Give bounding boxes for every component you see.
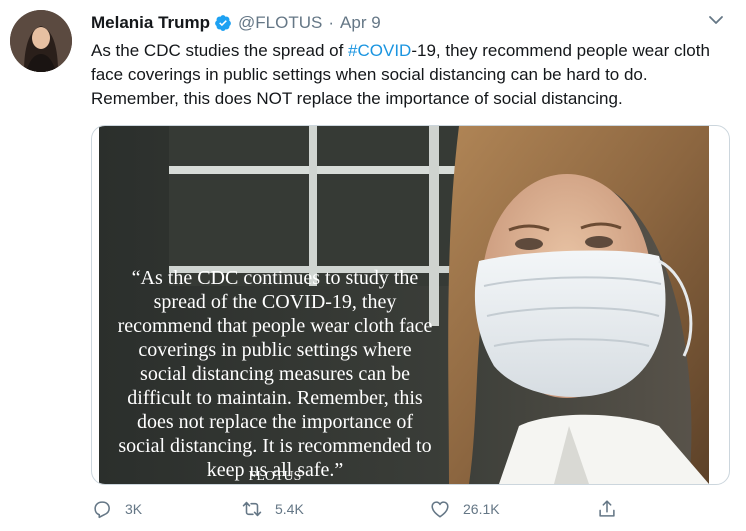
quote-line: spread of the COVID-19, they — [153, 291, 397, 313]
reply-count: 3K — [125, 501, 143, 517]
tweet-actions: 3K 5.4K 26.1K — [91, 497, 721, 521]
tweet-media[interactable]: “As the CDC continues to study the sprea… — [91, 125, 730, 485]
reply-button[interactable]: 3K — [91, 497, 142, 521]
tweet-header: Melania Trump @FLOTUS · Apr 9 — [91, 12, 381, 34]
header-separator: · — [328, 13, 335, 32]
hashtag-link[interactable]: #COVID — [348, 41, 411, 60]
quote-line: recommend that people wear cloth face — [117, 315, 433, 337]
share-button[interactable] — [596, 497, 618, 521]
retweet-count: 5.4K — [275, 501, 304, 517]
tweet[interactable]: Melania Trump @FLOTUS · Apr 9 As the CDC… — [0, 0, 746, 531]
tweet-text-before: As the CDC studies the spread of — [91, 41, 349, 60]
like-count: 26.1K — [463, 501, 500, 517]
avatar[interactable] — [10, 10, 72, 72]
quote-line: difficult to maintain. Remember, this — [127, 387, 423, 409]
quote-line: “As the CDC continues to study the — [131, 267, 419, 289]
quote-line: coverings in public settings where — [138, 339, 412, 361]
tweet-timestamp[interactable]: Apr 9 — [340, 13, 381, 33]
quote-line: does not replace the importance of — [137, 411, 413, 433]
quote-line: social distancing. It is recommended to — [118, 435, 432, 457]
reply-icon — [94, 501, 110, 519]
heart-icon — [431, 501, 449, 518]
media-image: “As the CDC continues to study the sprea… — [99, 126, 709, 484]
author-handle[interactable]: @FLOTUS — [238, 13, 322, 33]
tweet-text: As the CDC studies the spread of #COVID-… — [91, 39, 726, 111]
retweet-icon — [242, 501, 262, 517]
verified-badge-icon — [214, 14, 232, 32]
author-name[interactable]: Melania Trump — [91, 13, 210, 33]
avatar-image — [10, 10, 72, 72]
media-signature: FLOTUS — [248, 469, 302, 484]
quote-line: social distancing measures can be — [140, 363, 410, 385]
media-quote: “As the CDC continues to study the sprea… — [99, 266, 451, 482]
like-button[interactable]: 26.1K — [429, 497, 500, 521]
chevron-down-icon[interactable] — [708, 12, 724, 28]
share-icon — [599, 500, 615, 517]
retweet-button[interactable]: 5.4K — [241, 497, 304, 521]
